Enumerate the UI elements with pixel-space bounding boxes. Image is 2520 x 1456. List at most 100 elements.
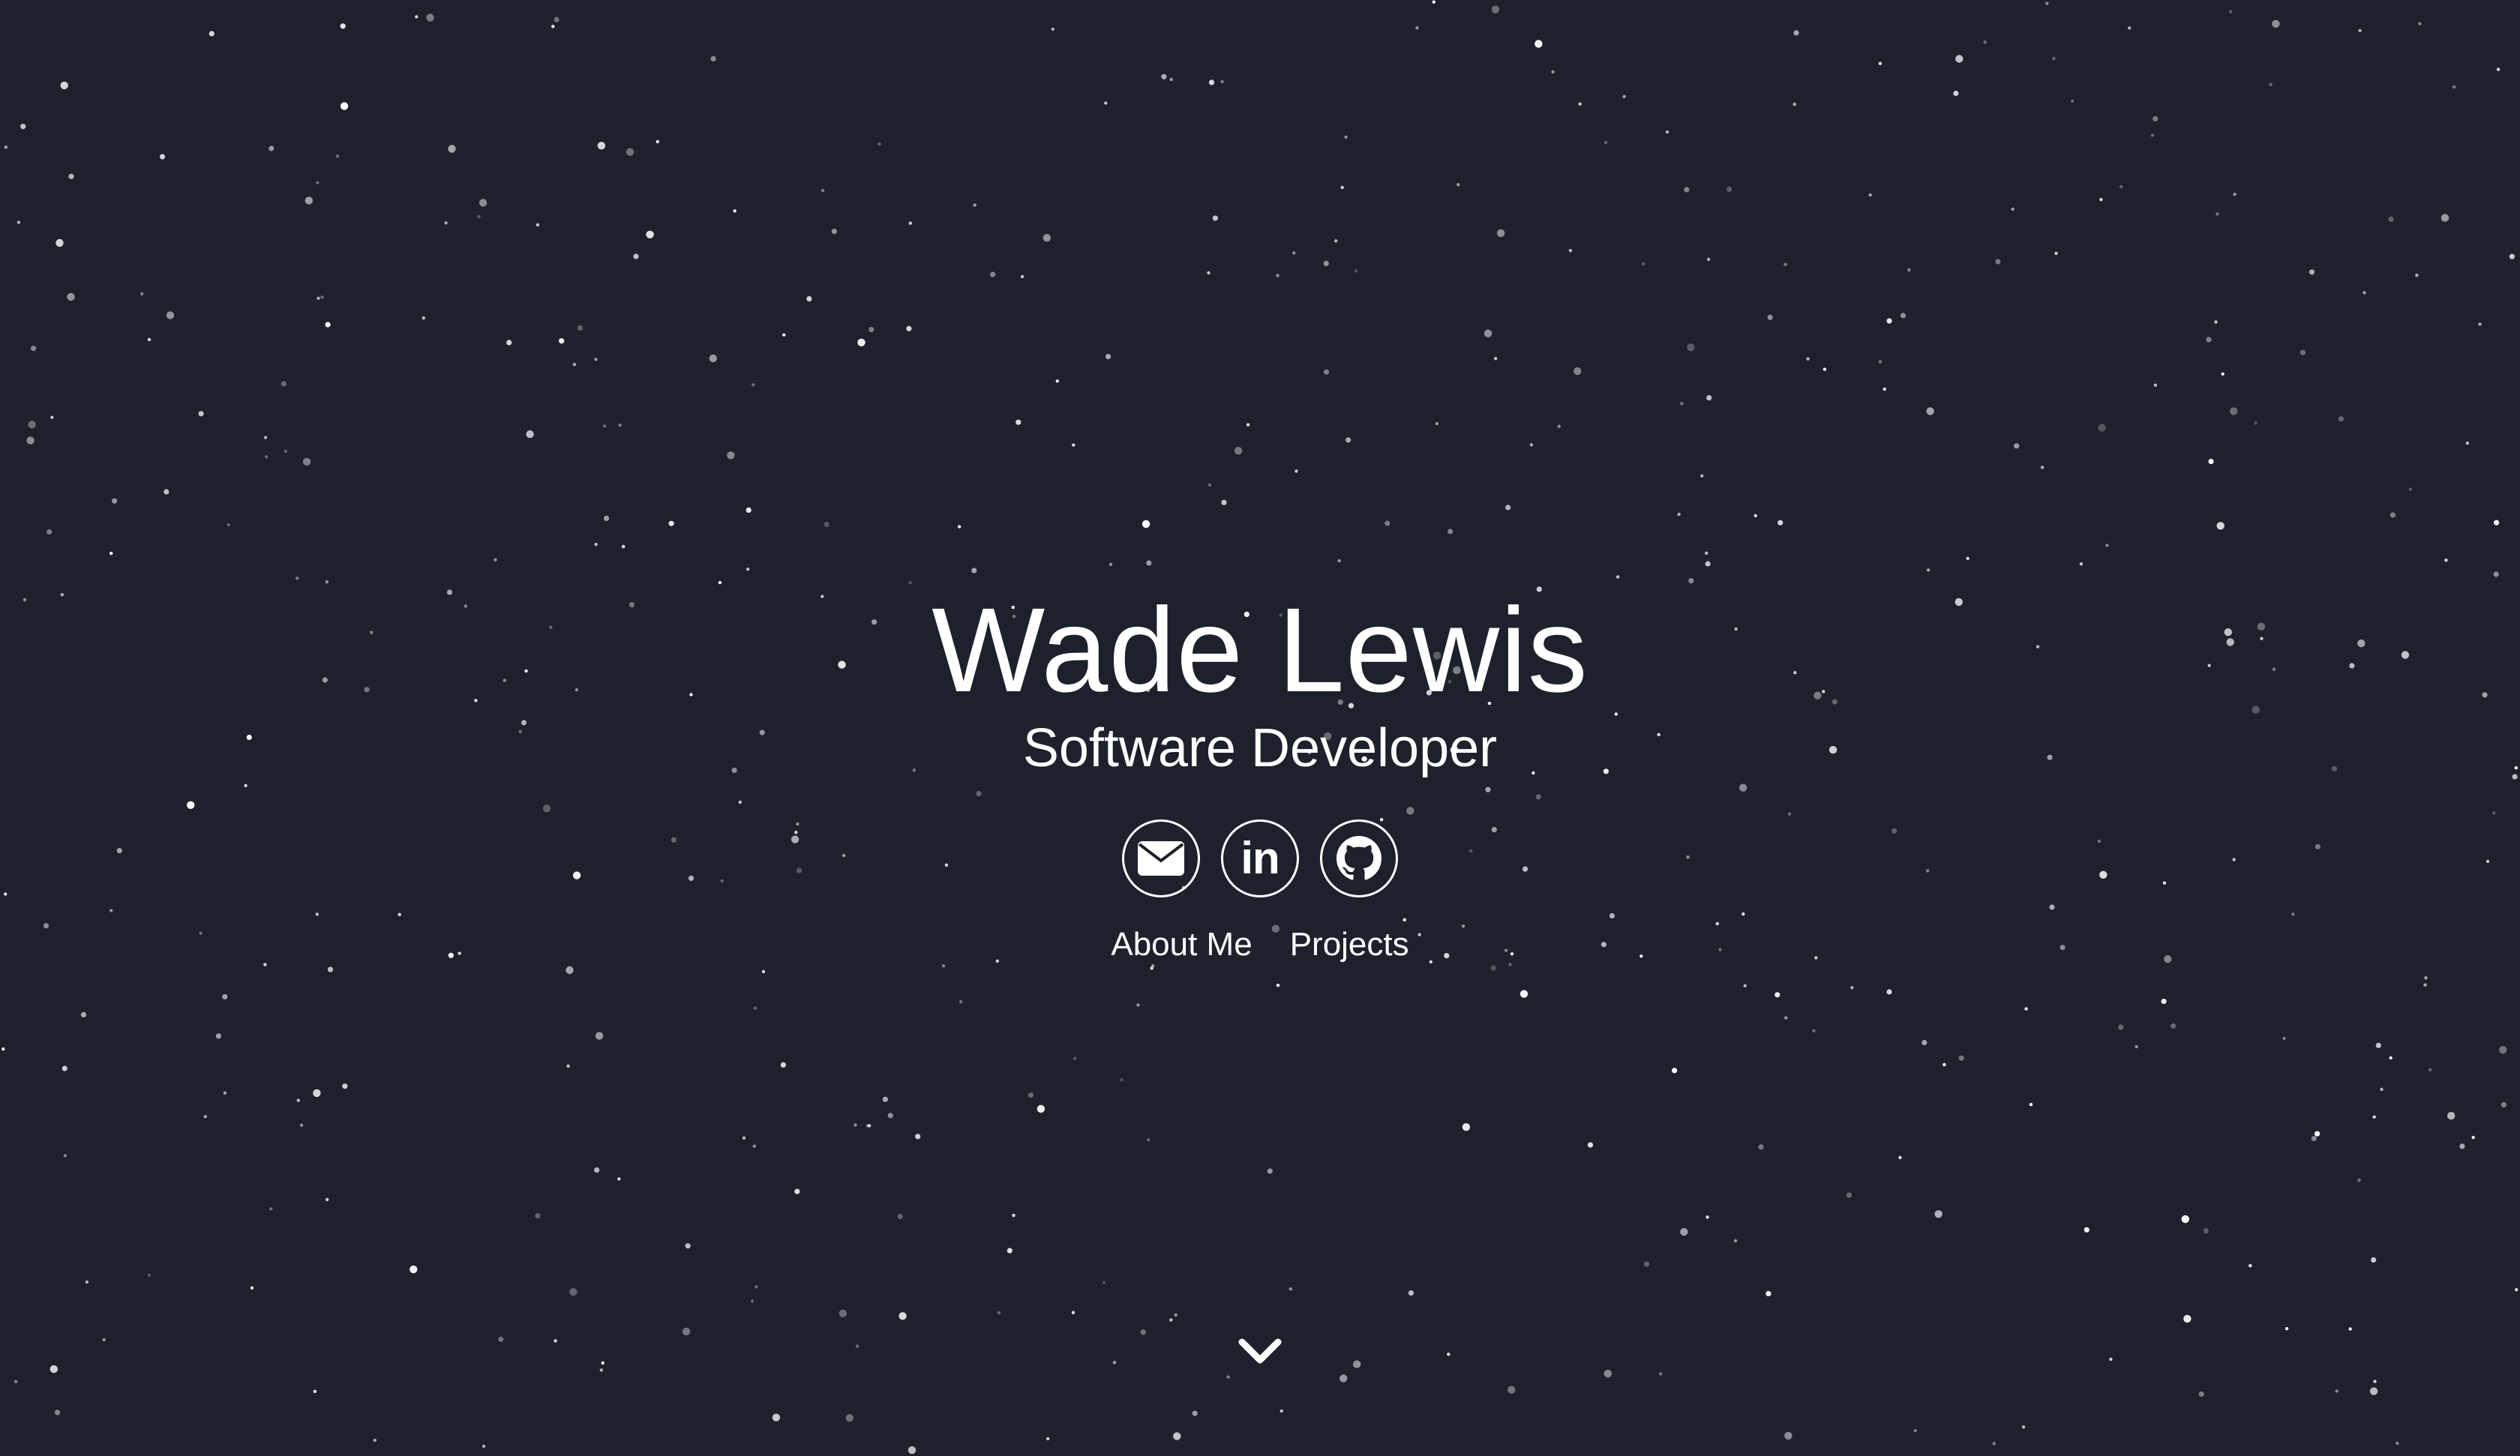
star — [857, 338, 866, 346]
star — [2024, 1007, 2028, 1011]
star — [1337, 559, 1341, 563]
star — [2388, 216, 2394, 222]
star — [448, 952, 454, 958]
star — [2084, 1227, 2090, 1233]
star — [906, 325, 912, 331]
star — [1508, 963, 1512, 966]
star — [342, 1083, 348, 1089]
star — [1112, 1361, 1117, 1365]
star — [1520, 990, 1528, 998]
star — [595, 1032, 604, 1040]
linkedin-button[interactable]: in — [1221, 819, 1299, 897]
star — [1469, 849, 1473, 853]
star — [2478, 322, 2482, 326]
star — [1226, 1375, 1230, 1379]
star — [782, 333, 786, 337]
nav-about-me[interactable]: About Me — [1111, 924, 1252, 969]
star — [2314, 1131, 2320, 1137]
star — [845, 1414, 854, 1422]
scroll-down-button[interactable] — [1238, 1336, 1282, 1369]
star — [60, 81, 68, 90]
star — [1784, 262, 1787, 266]
star — [1208, 79, 1215, 85]
star — [1292, 251, 1296, 255]
nav-projects[interactable]: Projects — [1290, 924, 1409, 969]
primary-nav: About Me Projects — [1095, 924, 1425, 969]
email-button[interactable] — [1122, 819, 1200, 897]
star — [2369, 1387, 2378, 1395]
star — [868, 327, 874, 333]
star — [1192, 1410, 1198, 1416]
star — [2198, 1391, 2204, 1398]
star — [1462, 1123, 1471, 1131]
star — [2496, 67, 2500, 71]
star — [1104, 101, 1108, 105]
star — [56, 238, 64, 247]
star — [617, 1177, 621, 1181]
github-button[interactable] — [1320, 819, 1398, 897]
star — [2396, 1441, 2399, 1446]
star — [1102, 1281, 1106, 1284]
star — [1340, 1374, 1348, 1383]
star — [2040, 466, 2044, 469]
star — [1340, 185, 1344, 190]
star — [50, 1365, 58, 1374]
star — [1510, 952, 1514, 956]
star — [597, 142, 606, 150]
star — [1435, 421, 1439, 426]
star — [1622, 94, 1626, 98]
star — [2206, 337, 2212, 343]
star — [1161, 73, 1167, 79]
star — [2500, 1102, 2506, 1108]
star — [110, 551, 113, 556]
star — [1850, 986, 1854, 990]
star — [54, 1410, 61, 1416]
star — [1784, 1431, 1792, 1440]
star — [2221, 372, 2224, 376]
star — [187, 801, 195, 810]
star — [941, 964, 946, 968]
star — [268, 145, 274, 151]
star — [102, 1338, 106, 1342]
star — [2338, 416, 2344, 422]
star — [14, 1380, 18, 1383]
star — [1456, 183, 1460, 187]
star — [1578, 102, 1582, 106]
star — [373, 1438, 376, 1443]
star — [753, 1006, 758, 1010]
star — [1640, 954, 1643, 958]
star — [1574, 367, 1582, 376]
star — [1568, 249, 1573, 253]
star — [646, 230, 654, 238]
star — [1706, 395, 1712, 401]
star — [31, 346, 37, 352]
star — [1793, 30, 1799, 36]
star — [1384, 520, 1390, 526]
star — [536, 223, 540, 227]
star — [1220, 79, 1224, 84]
star — [494, 558, 497, 562]
star — [1046, 1437, 1050, 1441]
star — [594, 358, 598, 361]
star — [971, 568, 977, 574]
star — [80, 1011, 87, 1017]
star — [2203, 1228, 2209, 1234]
star — [1686, 855, 1690, 859]
star — [2308, 269, 2315, 275]
star — [1684, 187, 1690, 193]
star — [1020, 274, 1024, 279]
star — [477, 214, 481, 219]
star — [1505, 505, 1511, 511]
social-links: in — [1122, 819, 1398, 900]
star — [882, 1096, 888, 1102]
star — [140, 292, 144, 296]
star — [147, 337, 152, 342]
star — [1995, 259, 2001, 265]
star — [2371, 1257, 2377, 1263]
star — [296, 1098, 300, 1102]
star — [1926, 407, 1934, 415]
star — [2011, 207, 2014, 211]
star — [821, 188, 825, 193]
star — [43, 923, 50, 929]
star — [1665, 130, 1670, 134]
